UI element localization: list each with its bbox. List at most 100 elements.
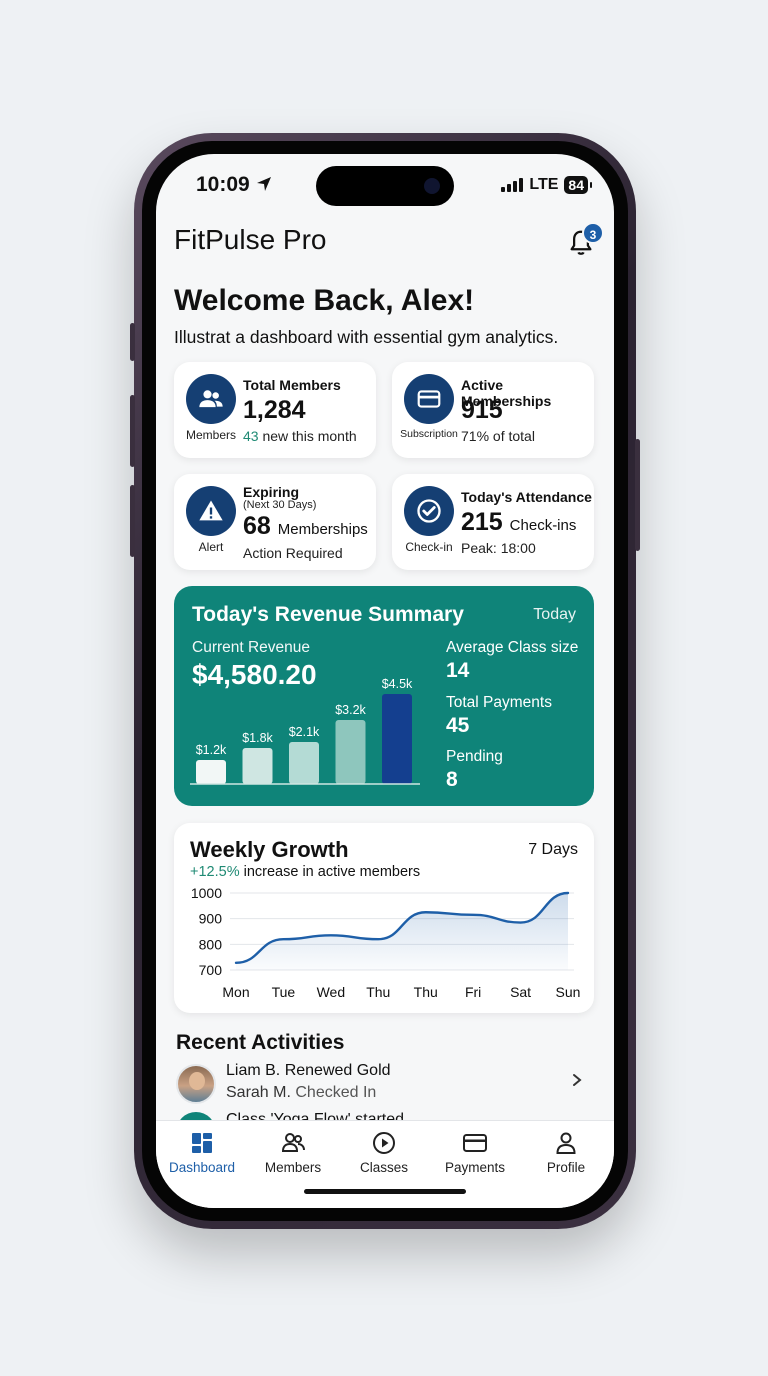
battery-icon: 84 [564,176,592,194]
location-arrow-icon [256,177,271,191]
stat-icon-label: Members [185,428,236,442]
tab-label: Members [264,1160,322,1175]
y-tick-label: 800 [199,936,223,952]
alert-icon [186,486,236,536]
volume-down-button [130,485,135,557]
stat-note-text: new this month [262,428,357,444]
growth-change: +12.5% [190,864,240,880]
weekly-growth-period[interactable]: 7 Days [528,841,578,859]
tab-label: Classes [359,1160,408,1175]
x-tick-label: Wed [317,984,346,1000]
stat-value-number: 68 [243,512,271,540]
stat-note: Action Required [243,545,343,561]
recent-activities-title: Recent Activities [176,1031,345,1054]
dashboard-icon [192,1133,212,1153]
stat-card-attendance[interactable]: Check-in Today's Attendance 215 Check-in… [392,474,594,570]
pending-value: 8 [446,768,458,791]
growth-change-text: increase in active members [243,864,421,880]
stat-value: 215 Check-ins [461,508,576,537]
members-icon [186,374,236,424]
phone-frame: 10:09 LTE 84 FitPulse Pro 3 Welcome Back… [130,133,640,1229]
credit-card-icon [463,1134,487,1152]
stat-title: Total Members [243,377,341,393]
tab-label: Dashboard [168,1160,236,1175]
tab-dashboard[interactable]: Dashboard [162,1131,242,1177]
stat-value-suffix: Check-ins [509,517,577,534]
x-tick-label: Sun [556,984,581,1000]
revenue-bar [335,720,366,784]
home-indicator [304,1189,466,1194]
profile-icon [556,1132,576,1154]
activity-line[interactable]: Liam B. Renewed Gold [226,1062,391,1080]
stat-title: Today's Attendance [461,489,592,505]
current-revenue-label: Current Revenue [192,639,311,656]
tab-members[interactable]: Members [253,1131,333,1177]
revenue-bar [196,760,226,784]
revenue-bar-label: $2.1k [289,725,320,739]
app-title: FitPulse Pro [174,224,327,255]
revenue-period[interactable]: Today [533,606,576,624]
revenue-bar [289,742,319,784]
stat-card-total-members[interactable]: Members Total Members 1,284 43 new this … [174,362,376,458]
tab-label: Payments [444,1160,506,1175]
activity-line[interactable]: Sarah M. Checked In [226,1084,376,1102]
play-circle-icon [373,1132,395,1154]
front-camera [424,178,440,194]
stat-value: 1,284 [243,396,306,424]
signal-icon [501,178,524,192]
x-tick-label: Mon [222,984,249,1000]
y-tick-label: 900 [199,911,223,927]
weekly-growth-card[interactable]: Weekly Growth 7 Days +12.5% increase in … [174,823,594,1013]
x-tick-label: Sat [510,984,531,1000]
avg-class-value: 14 [446,659,470,682]
weekly-growth-note: +12.5% increase in active members [190,864,420,880]
stat-value: 915 [461,396,503,424]
power-button [635,439,640,551]
tab-payments[interactable]: Payments [435,1131,515,1177]
revenue-bar [242,748,273,784]
tab-classes[interactable]: Classes [344,1131,424,1177]
stat-note-highlight: 43 [243,428,259,444]
y-tick-label: 1000 [191,885,222,901]
tab-profile[interactable]: Profile [526,1131,606,1177]
stat-icon-label: Check-in [405,540,453,554]
growth-area [236,893,568,970]
stat-card-active-memberships[interactable]: Subscription Active Memberships 915 71% … [392,362,594,458]
stat-value-number: 215 [461,508,503,536]
revenue-bar-label: $1.8k [242,731,273,745]
activity-member-name: Sarah M. [226,1084,291,1101]
silent-switch [130,323,135,361]
pending-label: Pending [446,748,503,765]
weekly-growth-title: Weekly Growth [190,837,349,862]
x-tick-label: Thu [414,984,438,1000]
tab-label: Profile [546,1160,586,1175]
dynamic-island [316,166,454,206]
notification-badge: 3 [582,222,604,244]
x-tick-label: Thu [366,984,390,1000]
check-in-icon [404,486,454,536]
stat-subtitle: (Next 30 Days) [243,499,317,511]
welcome-title: Welcome Back, Alex! [174,284,475,317]
members-icon [281,1133,305,1152]
revenue-bar [382,694,412,784]
status-time-text: 10:09 [196,173,250,196]
revenue-summary-card[interactable]: Today's Revenue Summary Today Current Re… [174,586,594,806]
x-tick-label: Tue [272,984,296,1000]
subscription-card-icon [404,374,454,424]
stat-value: 68 Memberships [243,512,368,541]
x-tick-label: Fri [465,984,481,1000]
revenue-bar-label: $4.5k [382,677,413,691]
screen: 10:09 LTE 84 FitPulse Pro 3 Welcome Back… [156,154,614,1208]
chevron-right-icon[interactable] [570,1073,584,1087]
stat-card-expiring[interactable]: Alert Expiring (Next 30 Days) 68 Members… [174,474,376,570]
stat-icon-label: Subscription [400,428,458,440]
volume-up-button [130,395,135,467]
revenue-bar-label: $1.2k [196,743,227,757]
revenue-bar-chart: $1.2k $1.8k $2.1k $3.2k $4.5k [190,677,420,785]
revenue-bar-label: $3.2k [335,703,366,717]
avatar [176,1064,216,1104]
welcome-subtitle: Illustrat a dashboard with essential gym… [174,327,559,347]
stat-value-suffix: Memberships [277,521,368,538]
network-type: LTE [529,176,559,193]
weekly-growth-line-chart: 1000 900 800 700 Mon Tue Wed Thu Thu Fri Sat Sun [191,885,581,1000]
